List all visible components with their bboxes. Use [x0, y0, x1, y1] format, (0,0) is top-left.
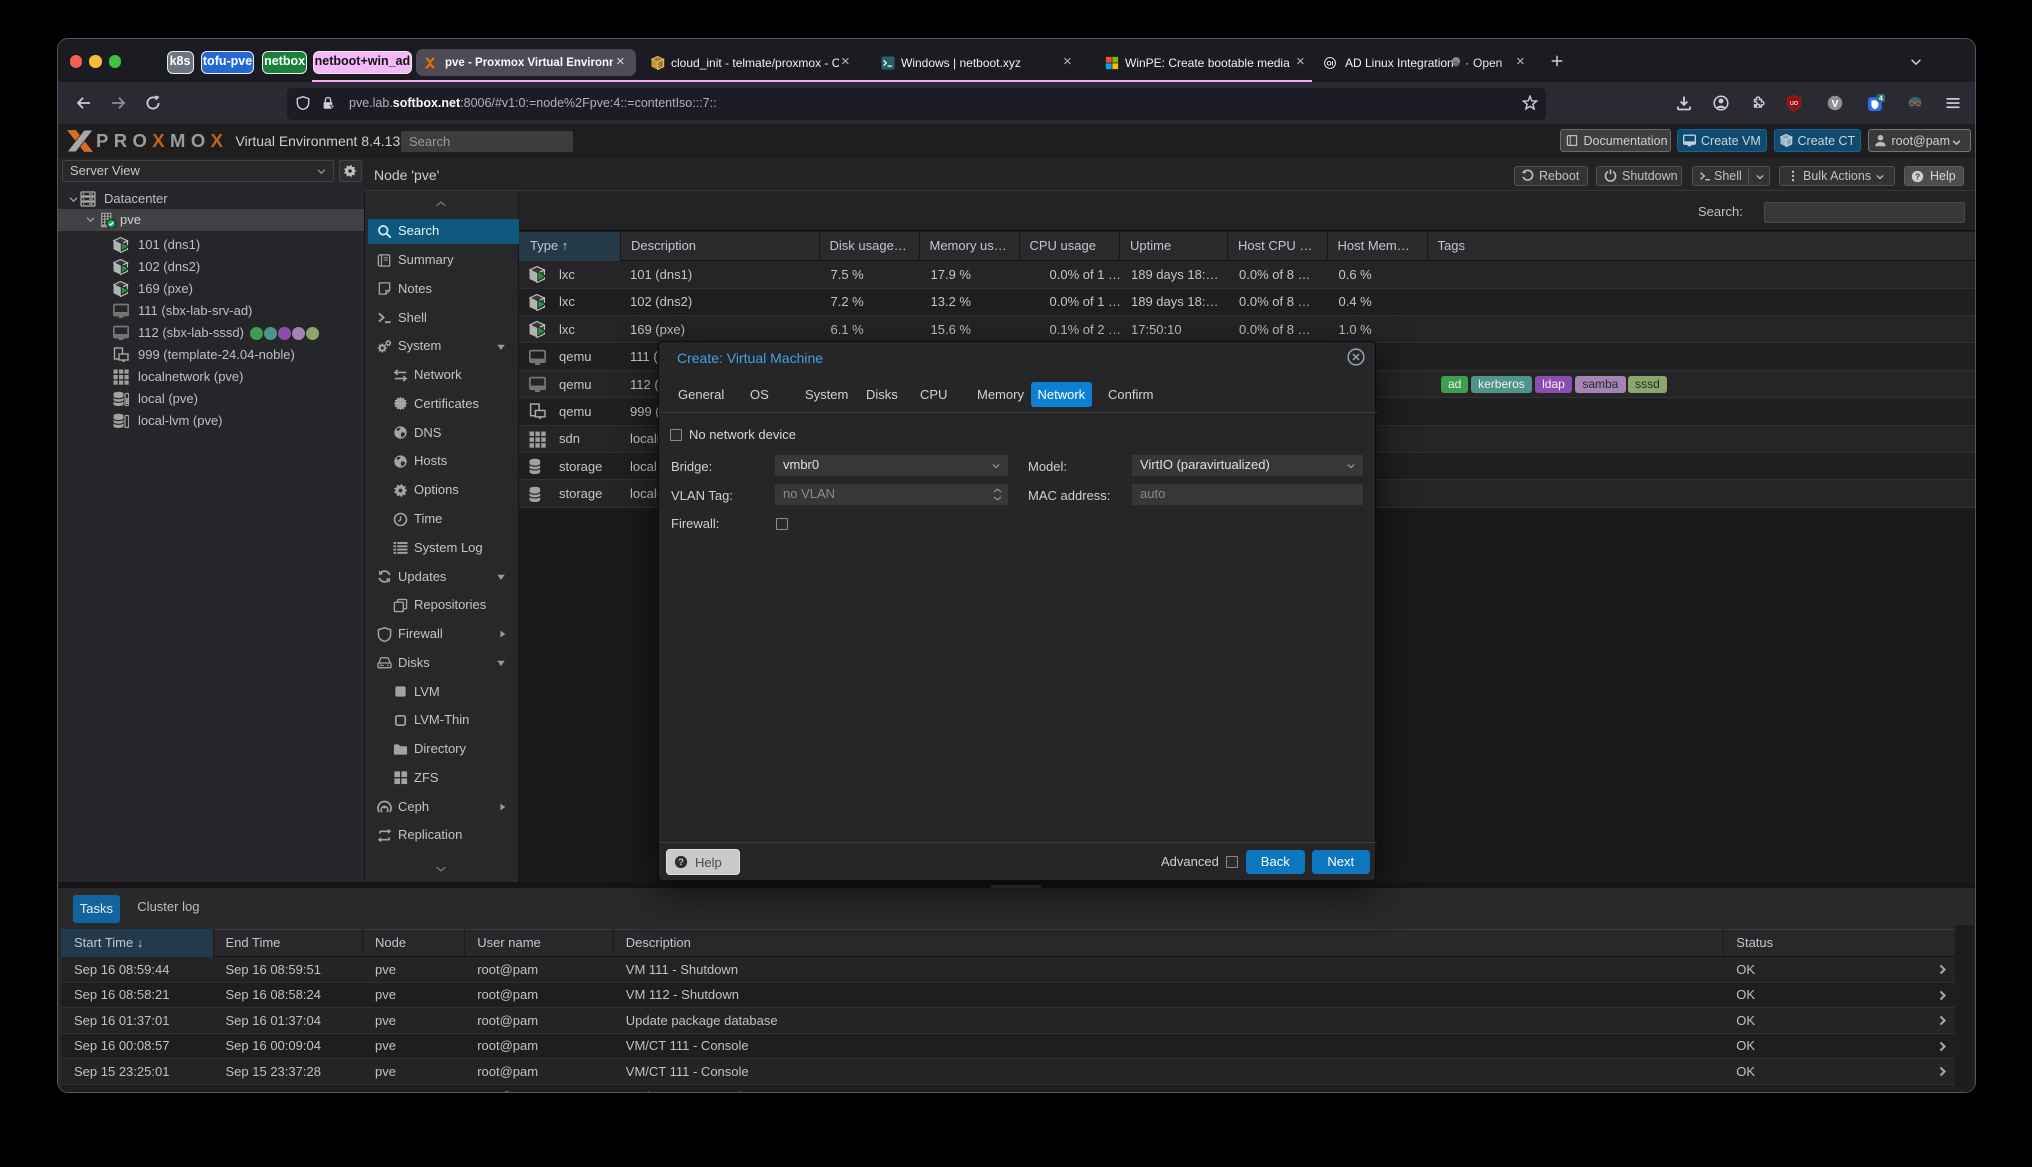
svg-text:UO: UO: [1790, 101, 1799, 107]
svg-text:V: V: [1831, 98, 1838, 110]
svg-text:?: ?: [1915, 171, 1920, 181]
svg-text:?: ?: [678, 857, 684, 867]
svg-text:OI: OI: [1327, 60, 1334, 67]
svg-text:4: 4: [1879, 94, 1883, 102]
